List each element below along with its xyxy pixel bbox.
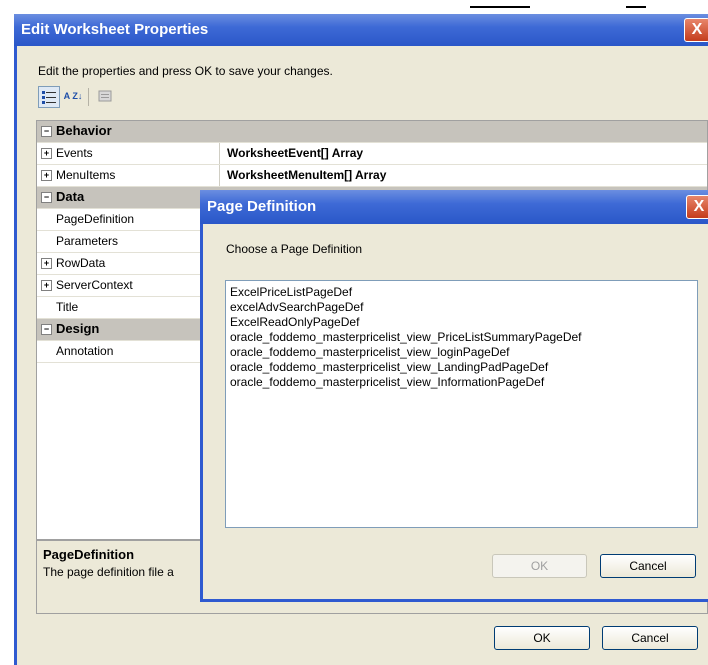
inner-ok-label: OK xyxy=(530,559,549,573)
property-row[interactable]: + Events WorksheetEvent[] Array xyxy=(37,143,707,165)
expand-icon[interactable]: + xyxy=(41,258,52,269)
expand-icon[interactable]: + xyxy=(41,148,52,159)
alphabetical-icon: A Z↓ xyxy=(63,91,83,101)
property-name: MenuItems xyxy=(56,168,116,182)
collapse-icon[interactable]: − xyxy=(41,324,52,335)
background-artifact xyxy=(626,6,646,8)
categorized-icon xyxy=(42,91,56,104)
property-name: Events xyxy=(56,146,93,160)
category-row[interactable]: − Behavior xyxy=(37,121,707,143)
property-name: Annotation xyxy=(56,344,114,358)
property-name: RowData xyxy=(56,256,106,270)
list-item[interactable]: ExcelPriceListPageDef xyxy=(230,285,352,300)
inner-close-button[interactable]: X xyxy=(686,195,708,219)
outer-title-bar[interactable]: Edit Worksheet Properties xyxy=(14,14,708,46)
categorized-button[interactable] xyxy=(38,86,60,108)
outer-ok-button[interactable]: OK xyxy=(494,626,590,650)
alphabetical-button[interactable]: A Z↓ xyxy=(62,86,84,108)
list-item[interactable]: excelAdvSearchPageDef xyxy=(230,300,363,315)
property-name: Design xyxy=(56,321,100,336)
column-divider xyxy=(219,143,220,164)
property-row[interactable]: + MenuItems WorksheetMenuItem[] Array xyxy=(37,165,707,187)
column-divider xyxy=(219,165,220,186)
property-name: Behavior xyxy=(56,123,112,138)
description-title: PageDefinition xyxy=(43,547,135,562)
property-name: Data xyxy=(56,189,85,204)
collapse-icon[interactable]: − xyxy=(41,126,52,137)
expand-icon[interactable]: + xyxy=(41,280,52,291)
outer-dialog-title: Edit Worksheet Properties xyxy=(21,21,209,38)
choose-prompt: Choose a Page Definition xyxy=(226,242,363,256)
list-item[interactable]: ExcelReadOnlyPageDef xyxy=(230,315,359,330)
list-item[interactable]: oracle_foddemo_masterpricelist_view_Land… xyxy=(230,360,548,375)
inner-cancel-label: Cancel xyxy=(629,559,667,573)
inner-title-bar[interactable]: Page Definition xyxy=(200,190,708,224)
list-item[interactable]: oracle_foddemo_masterpricelist_view_Info… xyxy=(230,375,544,390)
expand-icon[interactable]: + xyxy=(41,170,52,181)
background-artifact xyxy=(470,6,530,8)
page-definition-listbox[interactable]: ExcelPriceListPageDef excelAdvSearchPageD… xyxy=(225,280,698,528)
property-pages-icon xyxy=(98,90,112,102)
outer-cancel-label: Cancel xyxy=(631,631,669,645)
property-name: Title xyxy=(56,300,79,314)
outer-ok-label: OK xyxy=(533,631,551,645)
property-name: ServerContext xyxy=(56,278,133,292)
instruction-text: Edit the properties and press OK to save… xyxy=(38,64,333,78)
property-name: PageDefinition xyxy=(56,212,135,226)
close-icon: X xyxy=(693,198,705,215)
inner-cancel-button[interactable]: Cancel xyxy=(600,554,696,578)
close-icon: X xyxy=(691,21,703,38)
inner-ok-button[interactable]: OK xyxy=(492,554,587,578)
property-value[interactable]: WorksheetEvent[] Array xyxy=(227,146,363,160)
list-item[interactable]: oracle_foddemo_masterpricelist_view_Pric… xyxy=(230,330,582,345)
outer-close-button[interactable]: X xyxy=(684,18,708,42)
property-name: Parameters xyxy=(56,234,119,248)
collapse-icon[interactable]: − xyxy=(41,192,52,203)
inner-dialog-title: Page Definition xyxy=(207,198,317,215)
property-pages-button[interactable] xyxy=(94,86,116,108)
toolbar-separator xyxy=(88,88,89,106)
property-value[interactable]: WorksheetMenuItem[] Array xyxy=(227,168,386,182)
list-item[interactable]: oracle_foddemo_masterpricelist_view_logi… xyxy=(230,345,510,360)
description-text: The page definition file a xyxy=(43,565,174,579)
outer-cancel-button[interactable]: Cancel xyxy=(602,626,698,650)
